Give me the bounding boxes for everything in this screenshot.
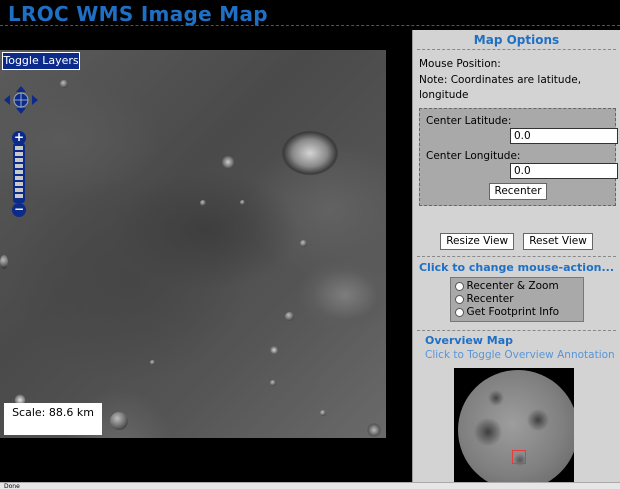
crater — [0, 255, 8, 269]
pan-right-arrow-icon[interactable] — [32, 95, 38, 105]
title-divider — [0, 24, 620, 26]
crater — [240, 200, 245, 205]
crater — [320, 410, 326, 416]
panel-title: Map Options — [473, 33, 560, 47]
crater — [110, 412, 128, 430]
zoom-slider[interactable] — [13, 143, 25, 203]
mouse-action-options: Recenter & Zoom Recenter Get Footprint I… — [449, 277, 584, 322]
crater — [285, 312, 294, 321]
radio-button-icon[interactable] — [454, 282, 464, 291]
coordinates-note: Note: Coordinates are latitude, longitud… — [419, 74, 582, 101]
crater — [60, 80, 68, 88]
crater — [150, 360, 155, 365]
zoom-control: + − — [12, 131, 26, 217]
map-options-panel: Map Options Mouse Position: Note: Coordi… — [412, 30, 620, 482]
mouse-position-label: Mouse Position: — [419, 58, 501, 70]
pan-left-arrow-icon[interactable] — [4, 95, 10, 105]
recenter-button[interactable]: Recenter — [488, 183, 547, 200]
radio-button-icon[interactable] — [454, 295, 464, 304]
crater — [300, 240, 307, 247]
resize-view-button[interactable]: Resize View — [440, 233, 515, 250]
overview-viewport-marker — [512, 450, 526, 464]
radio-option-get-footprint-info[interactable]: Get Footprint Info — [454, 306, 579, 319]
overview-title: Overview Map — [425, 334, 514, 347]
zoom-out-button[interactable]: − — [12, 203, 26, 217]
pan-control[interactable] — [4, 86, 38, 114]
radio-label: Recenter — [466, 293, 514, 305]
radio-option-recenter-zoom[interactable]: Recenter & Zoom — [454, 280, 579, 293]
radio-button-icon[interactable] — [454, 308, 464, 317]
overview-toggle-link[interactable]: Click to Toggle Overview Annotation — [413, 349, 620, 361]
radio-option-recenter[interactable]: Recenter — [454, 293, 579, 306]
center-longitude-label: Center Longitude: — [426, 150, 521, 162]
center-latitude-input[interactable] — [510, 128, 618, 144]
pan-up-arrow-icon[interactable] — [16, 86, 26, 92]
scale-indicator: Scale: 88.6 km — [4, 403, 102, 435]
panel-divider — [417, 49, 616, 50]
reset-view-button[interactable]: Reset View — [523, 233, 593, 250]
panel-divider — [417, 256, 616, 257]
toggle-layers-button[interactable]: Toggle Layers — [2, 52, 80, 70]
pan-down-arrow-icon[interactable] — [16, 108, 26, 114]
crater — [270, 380, 276, 386]
crater — [200, 200, 206, 206]
view-buttons: Resize View Reset View — [413, 229, 620, 250]
moon-image — [458, 370, 574, 482]
mouse-action-title[interactable]: Click to change mouse-action... — [413, 261, 620, 274]
center-coordinates-box: Center Latitude: Center Longitude: Recen… — [419, 108, 618, 206]
radio-label: Get Footprint Info — [466, 306, 560, 318]
overview-map[interactable] — [454, 368, 574, 482]
center-latitude-label: Center Latitude: — [426, 115, 512, 127]
radio-label: Recenter & Zoom — [466, 280, 559, 292]
status-bar: Done — [0, 482, 620, 489]
lunar-map[interactable] — [0, 50, 386, 438]
panel-divider — [417, 330, 616, 331]
center-longitude-input[interactable] — [510, 163, 618, 179]
